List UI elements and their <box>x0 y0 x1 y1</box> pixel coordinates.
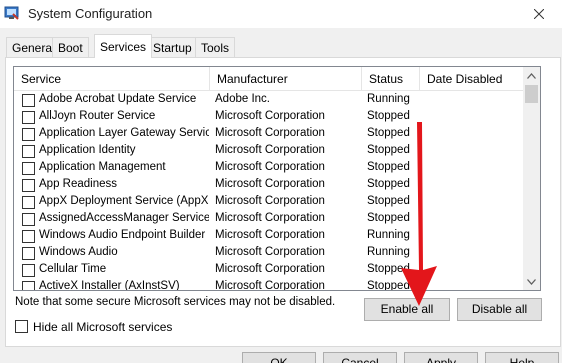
service-checkbox[interactable] <box>22 196 35 209</box>
service-checkbox[interactable] <box>22 179 35 192</box>
apply-button[interactable]: Apply <box>404 352 478 363</box>
table-row[interactable]: AllJoyn Router Service Microsoft Corporat… <box>14 109 523 126</box>
service-name: Cellular Time <box>39 263 107 275</box>
scroll-up-button[interactable] <box>523 67 540 84</box>
hide-microsoft-services-label[interactable]: Hide all Microsoft services <box>33 320 172 334</box>
scroll-thumb[interactable] <box>525 85 538 103</box>
service-status: Running <box>367 246 410 258</box>
tab-services[interactable]: Services <box>94 34 153 58</box>
service-status: Stopped <box>367 127 410 139</box>
service-checkbox[interactable] <box>22 111 35 124</box>
service-status: Stopped <box>367 212 410 224</box>
column-header-status[interactable]: Status <box>362 67 420 91</box>
service-manufacturer: Microsoft Corporation <box>215 161 325 173</box>
service-checkbox[interactable] <box>22 162 35 175</box>
service-checkbox[interactable] <box>22 94 35 107</box>
column-header-date-disabled[interactable]: Date Disabled <box>420 67 523 91</box>
service-name: AssignedAccessManager Service <box>39 212 209 224</box>
service-name: ActiveX Installer (AxInstSV) <box>39 280 180 291</box>
chevron-down-icon <box>527 278 536 285</box>
close-icon <box>534 9 544 19</box>
service-manufacturer: Adobe Inc. <box>215 93 270 105</box>
hide-microsoft-services-checkbox[interactable] <box>15 320 28 333</box>
service-checkbox[interactable] <box>22 247 35 260</box>
service-name: Adobe Acrobat Update Service <box>39 93 197 105</box>
table-row[interactable]: Cellular Time Microsoft Corporation Stoppe… <box>14 262 523 279</box>
vertical-scrollbar[interactable] <box>523 67 540 290</box>
table-row[interactable]: Application Management Microsoft Corporat… <box>14 160 523 177</box>
service-manufacturer: Microsoft Corporation <box>215 246 325 258</box>
service-name: AllJoyn Router Service <box>39 110 156 122</box>
service-manufacturer: Microsoft Corporation <box>215 280 325 291</box>
service-name: Application Management <box>39 161 166 173</box>
service-manufacturer: Microsoft Corporation <box>215 127 325 139</box>
service-manufacturer: Microsoft Corporation <box>215 229 325 241</box>
table-row[interactable]: Application Identity Microsoft Corporatio… <box>14 143 523 160</box>
service-checkbox[interactable] <box>22 264 35 277</box>
service-name: Application Layer Gateway Service <box>39 127 209 139</box>
tab-startup[interactable]: Startup <box>147 37 198 58</box>
chevron-up-icon <box>527 72 536 79</box>
cancel-button[interactable]: Cancel <box>323 352 397 363</box>
service-manufacturer: Microsoft Corporation <box>215 110 325 122</box>
service-status: Stopped <box>367 195 410 207</box>
enable-all-button[interactable]: Enable all <box>364 298 450 321</box>
disable-all-button[interactable]: Disable all <box>457 298 542 321</box>
service-checkbox[interactable] <box>22 213 35 226</box>
table-row[interactable]: AssignedAccessManager Service Microsoft C… <box>14 211 523 228</box>
service-checkbox[interactable] <box>22 281 35 290</box>
service-manufacturer: Microsoft Corporation <box>215 144 325 156</box>
secure-services-note: Note that some secure Microsoft services… <box>15 296 336 308</box>
service-name: App Readiness <box>39 178 117 190</box>
ok-button[interactable]: OK <box>242 352 316 363</box>
table-row[interactable]: Adobe Acrobat Update Service Adobe Inc. Ru… <box>14 92 523 109</box>
table-row[interactable]: ActiveX Installer (AxInstSV) Microsoft Co… <box>14 279 523 291</box>
service-name: AppX Deployment Service (AppX... <box>39 195 209 207</box>
service-manufacturer: Microsoft Corporation <box>215 212 325 224</box>
table-row[interactable]: Application Layer Gateway Service Microso… <box>14 126 523 143</box>
service-name: Application Identity <box>39 144 136 156</box>
column-header-manufacturer[interactable]: Manufacturer <box>210 67 362 91</box>
service-checkbox[interactable] <box>22 230 35 243</box>
services-list[interactable]: Service Manufacturer Status Date Disable… <box>13 66 541 291</box>
service-manufacturer: Microsoft Corporation <box>215 178 325 190</box>
service-manufacturer: Microsoft Corporation <box>215 263 325 275</box>
help-button[interactable]: Help <box>485 352 559 363</box>
service-status: Stopped <box>367 280 410 291</box>
service-status: Stopped <box>367 263 410 275</box>
table-row[interactable]: Windows Audio Microsoft Corporation Runnin… <box>14 245 523 262</box>
table-row[interactable]: Windows Audio Endpoint Builder Microsoft … <box>14 228 523 245</box>
service-manufacturer: Microsoft Corporation <box>215 195 325 207</box>
window-title: System Configuration <box>28 6 153 21</box>
service-status: Stopped <box>367 110 410 122</box>
scroll-down-button[interactable] <box>523 273 540 290</box>
service-status: Running <box>367 229 410 241</box>
service-name: Windows Audio Endpoint Builder <box>39 229 206 241</box>
service-name: Windows Audio <box>39 246 118 258</box>
tab-tools[interactable]: Tools <box>195 37 236 58</box>
column-header-service[interactable]: Service <box>14 67 210 91</box>
system-configuration-icon <box>4 6 19 20</box>
service-status: Stopped <box>367 178 410 190</box>
list-header: Service Manufacturer Status Date Disable… <box>14 67 523 91</box>
service-status: Stopped <box>367 144 410 156</box>
service-checkbox[interactable] <box>22 128 35 141</box>
service-status: Stopped <box>367 161 410 173</box>
close-button[interactable] <box>516 0 562 28</box>
service-status: Running <box>367 93 410 105</box>
tab-boot[interactable]: Boot <box>52 37 89 58</box>
table-row[interactable]: App Readiness Microsoft Corporation Stoppe… <box>14 177 523 194</box>
service-checkbox[interactable] <box>22 145 35 158</box>
system-configuration-window: System Configuration General Boot Servic… <box>0 0 562 363</box>
table-row[interactable]: AppX Deployment Service (AppX... Microsof… <box>14 194 523 211</box>
title-bar: System Configuration <box>0 0 562 28</box>
